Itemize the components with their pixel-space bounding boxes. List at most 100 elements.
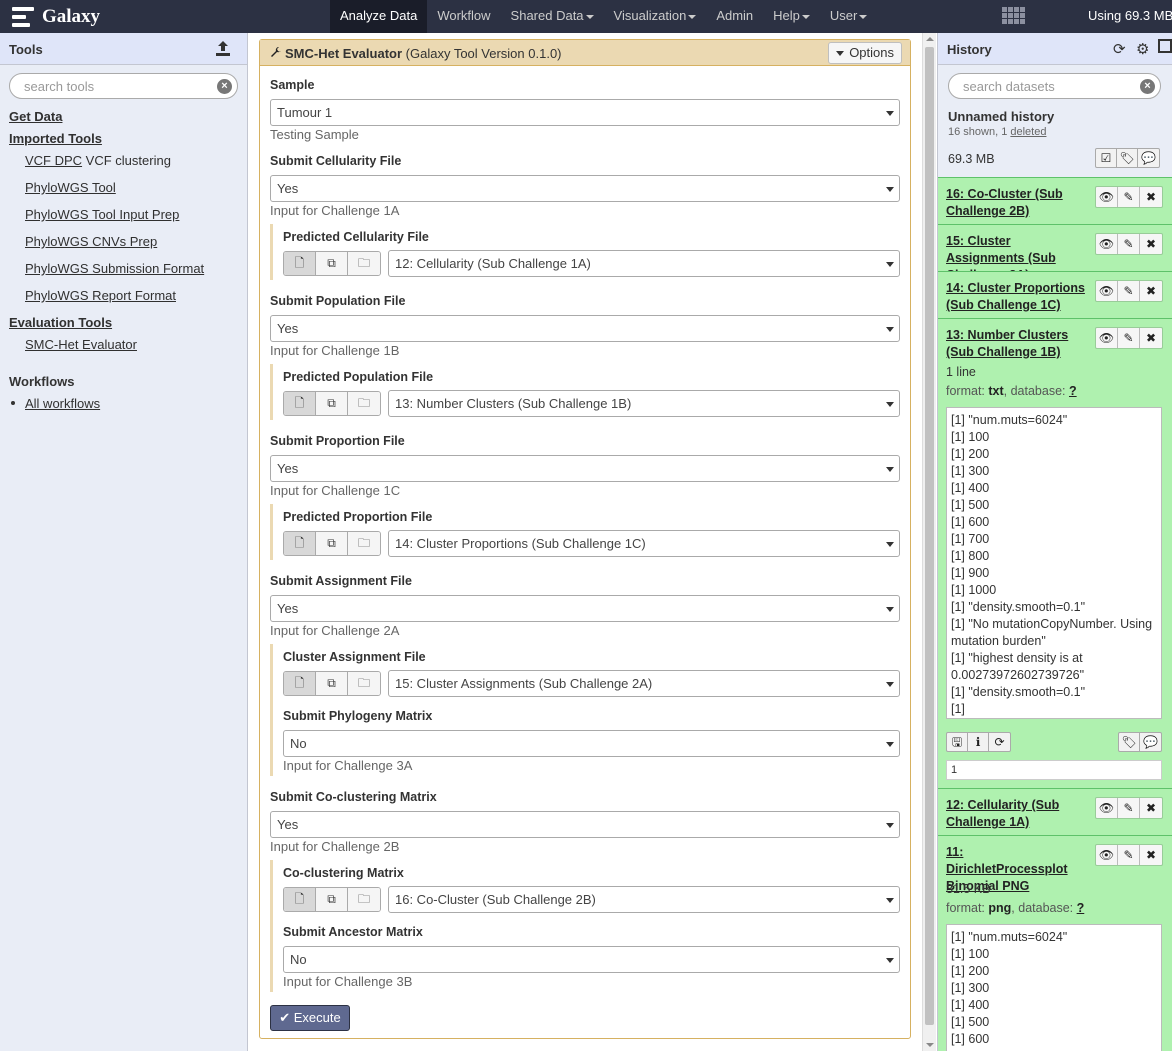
deleted-link[interactable]: deleted (1010, 126, 1046, 138)
submit-ancestor-select[interactable]: No (283, 946, 900, 973)
delete-x-icon[interactable]: ✖ (1140, 845, 1162, 865)
predicted-cellularity-select[interactable]: 12: Cellularity (Sub Challenge 1A) (388, 250, 900, 277)
multiple-datasets-icon[interactable]: ⧉ (316, 672, 348, 695)
pencil-icon[interactable]: ✎ (1118, 798, 1140, 818)
eye-icon[interactable]: 👁 (1096, 798, 1118, 818)
input-type-toggle[interactable]: 🗋 ⧉ 🗀 (283, 251, 381, 276)
dataset-title[interactable]: 16: Co-Cluster (Sub Challenge 2B) (946, 186, 1088, 220)
nav-workflow[interactable]: Workflow (427, 0, 500, 33)
database-value[interactable]: ? (1077, 901, 1085, 915)
comment-icon[interactable]: 💬 (1140, 733, 1161, 751)
all-workflows-link[interactable]: All workflows (25, 396, 100, 411)
rerun-icon[interactable]: ⟳ (989, 733, 1010, 751)
tool-smc-het-evaluator[interactable]: SMC-Het Evaluator (25, 337, 137, 352)
tags-icon[interactable]: 🏷 (1119, 733, 1140, 751)
predicted-population-select[interactable]: 13: Number Clusters (Sub Challenge 1B) (388, 390, 900, 417)
dataset-11[interactable]: 11: DirichletProcessplot Binomial PNG 👁 ✎… (938, 835, 1172, 1051)
collection-folder-icon[interactable]: 🗀 (348, 392, 380, 415)
submit-phylogeny-select[interactable]: No (283, 730, 900, 757)
scroll-up-icon[interactable] (926, 37, 934, 41)
nav-user[interactable]: User (820, 0, 877, 33)
tool-phylowgs-submission-format[interactable]: PhyloWGS Submission Format (25, 261, 204, 276)
coclustering-matrix-select[interactable]: 16: Co-Cluster (Sub Challenge 2B) (388, 886, 900, 913)
sample-select[interactable]: Tumour 1 (270, 99, 900, 126)
multiple-datasets-icon[interactable]: ⧉ (316, 252, 348, 275)
dataset-title[interactable]: 12: Cellularity (Sub Challenge 1A) (946, 797, 1088, 831)
comment-icon[interactable]: 💬 (1138, 149, 1159, 167)
single-dataset-icon[interactable]: 🗋 (284, 252, 316, 275)
dataset-16[interactable]: 16: Co-Cluster (Sub Challenge 2B) 👁 ✎ ✖ (938, 177, 1172, 224)
eye-icon[interactable]: 👁 (1096, 281, 1118, 301)
pencil-icon[interactable]: ✎ (1118, 281, 1140, 301)
clear-search-icon[interactable]: × (217, 79, 232, 94)
gear-icon[interactable]: ⚙ (1136, 40, 1149, 58)
input-type-toggle[interactable]: 🗋 ⧉ 🗀 (283, 887, 381, 912)
upload-icon[interactable] (214, 39, 232, 57)
delete-x-icon[interactable]: ✖ (1140, 187, 1162, 207)
multiple-datasets-icon[interactable]: ⧉ (316, 532, 348, 555)
dataset-12[interactable]: 12: Cellularity (Sub Challenge 1A) 👁 ✎ ✖ (938, 788, 1172, 835)
scroll-thumb[interactable] (925, 47, 934, 1025)
delete-x-icon[interactable]: ✖ (1140, 798, 1162, 818)
tool-search-input[interactable]: search tools × (9, 73, 238, 99)
single-dataset-icon[interactable]: 🗋 (284, 888, 316, 911)
submit-proportion-select[interactable]: Yes (270, 455, 900, 482)
input-type-toggle[interactable]: 🗋 ⧉ 🗀 (283, 671, 381, 696)
single-dataset-icon[interactable]: 🗋 (284, 672, 316, 695)
single-dataset-icon[interactable]: 🗋 (284, 392, 316, 415)
nav-shared-data[interactable]: Shared Data (501, 0, 604, 33)
select-items-icon[interactable]: ☑ (1096, 149, 1117, 167)
submit-population-select[interactable]: Yes (270, 315, 900, 342)
history-search-input[interactable]: search datasets × (948, 73, 1161, 99)
get-data-section[interactable]: Get Data (9, 109, 62, 124)
pencil-icon[interactable]: ✎ (1118, 187, 1140, 207)
dataset-14[interactable]: 14: Cluster Proportions (Sub Challenge 1… (938, 271, 1172, 318)
nav-admin[interactable]: Admin (706, 0, 763, 33)
eye-icon[interactable]: 👁 (1096, 328, 1118, 348)
multiple-datasets-icon[interactable]: ⧉ (316, 392, 348, 415)
tool-phylowgs-cnvs-prep[interactable]: PhyloWGS CNVs Prep (25, 234, 157, 249)
center-scrollbar[interactable] (922, 33, 936, 1051)
eye-icon[interactable]: 👁 (1096, 187, 1118, 207)
eye-icon[interactable]: 👁 (1096, 234, 1118, 254)
submit-assignment-select[interactable]: Yes (270, 595, 900, 622)
tool-vcf-dpc[interactable]: VCF DPC VCF clustering (25, 153, 171, 168)
delete-x-icon[interactable]: ✖ (1140, 328, 1162, 348)
dataset-13[interactable]: 13: Number Clusters (Sub Challenge 1B) 👁… (938, 318, 1172, 788)
collection-folder-icon[interactable]: 🗀 (348, 532, 380, 555)
pencil-icon[interactable]: ✎ (1118, 845, 1140, 865)
collection-folder-icon[interactable]: 🗀 (348, 252, 380, 275)
tool-phylowgs-input-prep[interactable]: PhyloWGS Tool Input Prep (25, 207, 179, 222)
delete-x-icon[interactable]: ✖ (1140, 281, 1162, 301)
pencil-icon[interactable]: ✎ (1118, 328, 1140, 348)
nav-visualization[interactable]: Visualization (604, 0, 707, 33)
save-disk-icon[interactable]: 🖫 (947, 733, 968, 751)
submit-coclustering-select[interactable]: Yes (270, 811, 900, 838)
delete-x-icon[interactable]: ✖ (1140, 234, 1162, 254)
input-type-toggle[interactable]: 🗋 ⧉ 🗀 (283, 531, 381, 556)
columns-icon[interactable] (1158, 39, 1172, 53)
dataset-title[interactable]: 14: Cluster Proportions (Sub Challenge 1… (946, 280, 1088, 314)
history-name[interactable]: Unnamed history (948, 109, 1054, 124)
nav-help[interactable]: Help (763, 0, 820, 33)
dataset-title[interactable]: 13: Number Clusters (Sub Challenge 1B) (946, 327, 1088, 361)
info-icon[interactable]: ℹ (968, 733, 989, 751)
nav-analyze-data[interactable]: Analyze Data (330, 0, 428, 33)
tool-phylowgs[interactable]: PhyloWGS Tool (25, 180, 116, 195)
evaluation-tools-section[interactable]: Evaluation Tools (9, 315, 112, 330)
brand[interactable]: Galaxy (12, 5, 100, 29)
tool-phylowgs-report-format[interactable]: PhyloWGS Report Format (25, 288, 176, 303)
execute-button[interactable]: ✔ Execute (270, 1005, 350, 1031)
imported-tools-section[interactable]: Imported Tools (9, 131, 102, 146)
cluster-assignment-select[interactable]: 15: Cluster Assignments (Sub Challenge 2… (388, 670, 900, 697)
multiple-datasets-icon[interactable]: ⧉ (316, 888, 348, 911)
collection-folder-icon[interactable]: 🗀 (348, 672, 380, 695)
tags-icon[interactable]: 🏷 (1117, 149, 1138, 167)
apps-grid-icon[interactable] (1001, 6, 1025, 26)
predicted-proportion-select[interactable]: 14: Cluster Proportions (Sub Challenge 1… (388, 530, 900, 557)
options-button[interactable]: Options (828, 42, 902, 64)
collection-folder-icon[interactable]: 🗀 (348, 888, 380, 911)
dataset-15[interactable]: 15: Cluster Assignments (Sub Challenge 2… (938, 224, 1172, 282)
submit-cellularity-select[interactable]: Yes (270, 175, 900, 202)
pencil-icon[interactable]: ✎ (1118, 234, 1140, 254)
